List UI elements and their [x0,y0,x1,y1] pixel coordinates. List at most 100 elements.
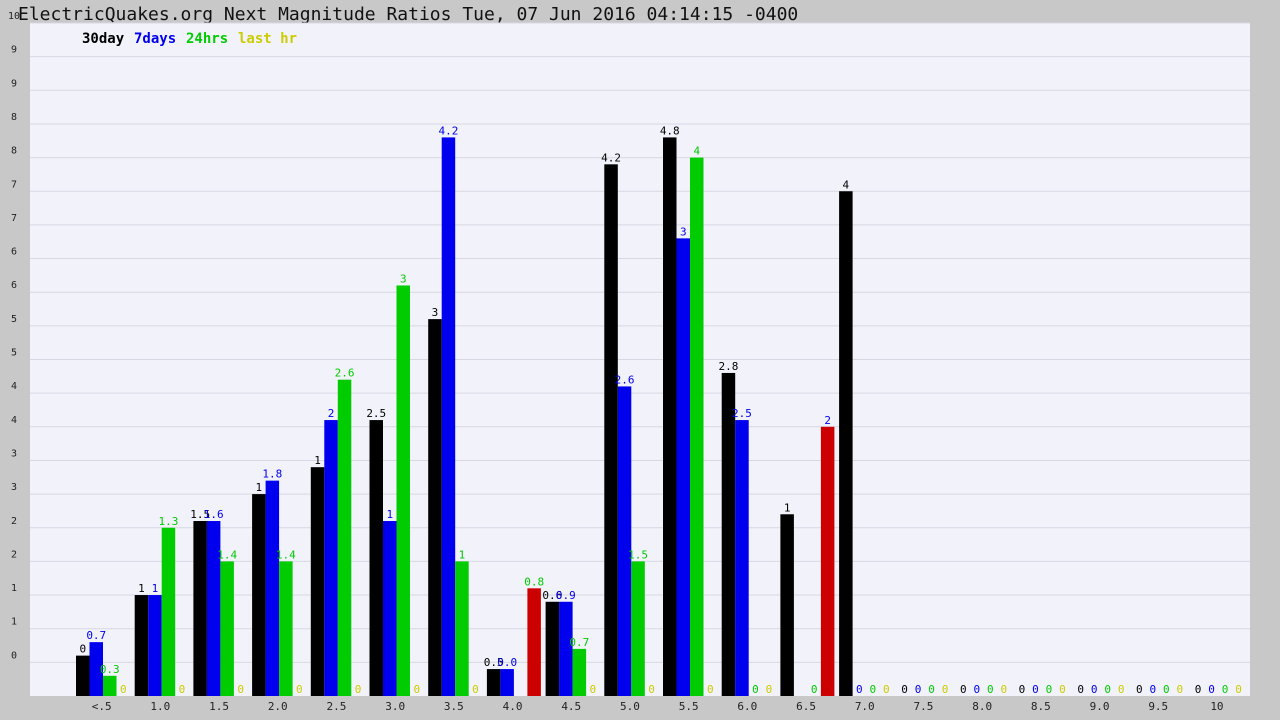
data-label: 1.8 [262,468,282,481]
data-label: 1.5 [628,548,648,561]
data-label: 2.6 [615,373,635,386]
bar-30day [486,669,501,696]
y-tick-label: 8 [11,146,17,157]
data-label: 0.0 [497,656,517,669]
data-label: 1 [152,582,159,595]
data-label: 0 [1032,683,1039,696]
data-label: 4 [693,145,700,158]
data-label: 0 [296,683,303,696]
bar-last-hr [527,588,541,696]
data-label: 0 [1000,683,1007,696]
bar-24hrs [631,561,645,696]
data-label: 0 [413,683,420,696]
bar-7days [500,669,514,696]
data-label: 0 [1091,683,1098,696]
bar-24hrs [690,157,704,697]
bar-7days [676,238,690,697]
data-label: 0 [472,683,479,696]
bar-7days [148,595,162,696]
y-tick-label: 3 [11,482,17,493]
bar-30day [252,494,266,696]
x-tick-label: 10 [1210,700,1223,713]
data-label: 0 [1104,683,1111,696]
y-tick-label: 2 [11,549,17,560]
data-label: 0 [237,683,244,696]
x-tick-label: 4.0 [503,700,523,713]
data-label: 1.4 [276,548,296,561]
data-label: 1.6 [204,508,224,521]
x-tick-label: 7.5 [914,700,934,713]
data-label: 0 [1235,683,1242,696]
bar-30day [663,137,677,696]
data-label: 2.8 [719,360,739,373]
data-label: 0 [960,683,967,696]
bar-7days [383,521,397,696]
bar-7days [265,480,280,696]
data-label: 0.7 [86,629,106,642]
y-tick-label: 9 [11,45,17,56]
data-label: 0 [973,683,980,696]
x-tick-label: 2.5 [327,700,347,713]
x-tick-label: 7.0 [855,700,875,713]
data-label: 3 [680,225,687,238]
data-label: 0 [915,683,922,696]
data-label: 2 [824,414,831,427]
x-tick-label: 5.5 [679,700,699,713]
data-label: 2.5 [366,407,386,420]
data-label: 0 [79,643,86,656]
y-tick-label: 6 [11,247,17,258]
data-label: 0 [928,683,935,696]
bar-7days [206,521,221,696]
bar-24hrs [103,675,117,696]
x-tick-label: 5.0 [620,700,640,713]
legend-entry-30day: 30day [82,31,125,47]
bar-30day [839,191,853,696]
data-label: 2.5 [732,407,752,420]
bar-30day [369,420,383,696]
x-tick-label: 6.5 [796,700,816,713]
data-label: 0 [1019,683,1026,696]
bar-30day [134,595,149,696]
data-label: 0 [648,683,655,696]
bar-chart: 011223344556677889910<.500.70.301.01 11.3… [8,11,1250,713]
bar-30day [76,655,90,696]
bar-24hrs [279,561,293,696]
data-label: 4.8 [660,124,680,137]
bar-24hrs [220,561,234,696]
data-label: 0 [752,683,759,696]
data-label: 0 [1136,683,1143,696]
y-tick-label: 7 [11,213,17,224]
x-tick-label: 3.5 [444,700,464,713]
data-label: 0 [942,683,949,696]
data-label: 0 [811,683,818,696]
x-tick-label: 8.5 [1031,700,1051,713]
y-tick-label: 8 [11,112,17,123]
y-tick-label: 4 [11,415,17,426]
bar-30day [780,514,794,696]
x-tick-label: 6.0 [737,700,757,713]
bar-30day [604,164,618,696]
bar-last-hr [820,426,835,696]
bar-7days [735,420,749,696]
bar-24hrs [337,379,352,696]
data-label: 0 [766,683,773,696]
legend-entry-7days: 7days [134,31,176,47]
data-label: 0 [1208,683,1215,696]
data-label: 4.2 [601,151,621,164]
data-label: 1 [314,454,321,467]
y-tick-label: 4 [11,381,17,392]
bar-7days [441,137,456,696]
data-label: 2.6 [335,367,355,380]
bar-24hrs [455,561,469,696]
data-label: 0 [901,683,908,696]
data-label: 0 [883,683,890,696]
data-label: 1 [256,481,263,494]
x-tick-label: 8.0 [972,700,992,713]
data-label: 2 [328,407,335,420]
data-label: 0.7 [569,636,589,649]
data-label: 0 [1077,683,1084,696]
y-tick-label: 1 [11,583,17,594]
y-tick-label: 6 [11,280,17,291]
data-label: 0 [1222,683,1229,696]
x-tick-label: 9.5 [1148,700,1168,713]
